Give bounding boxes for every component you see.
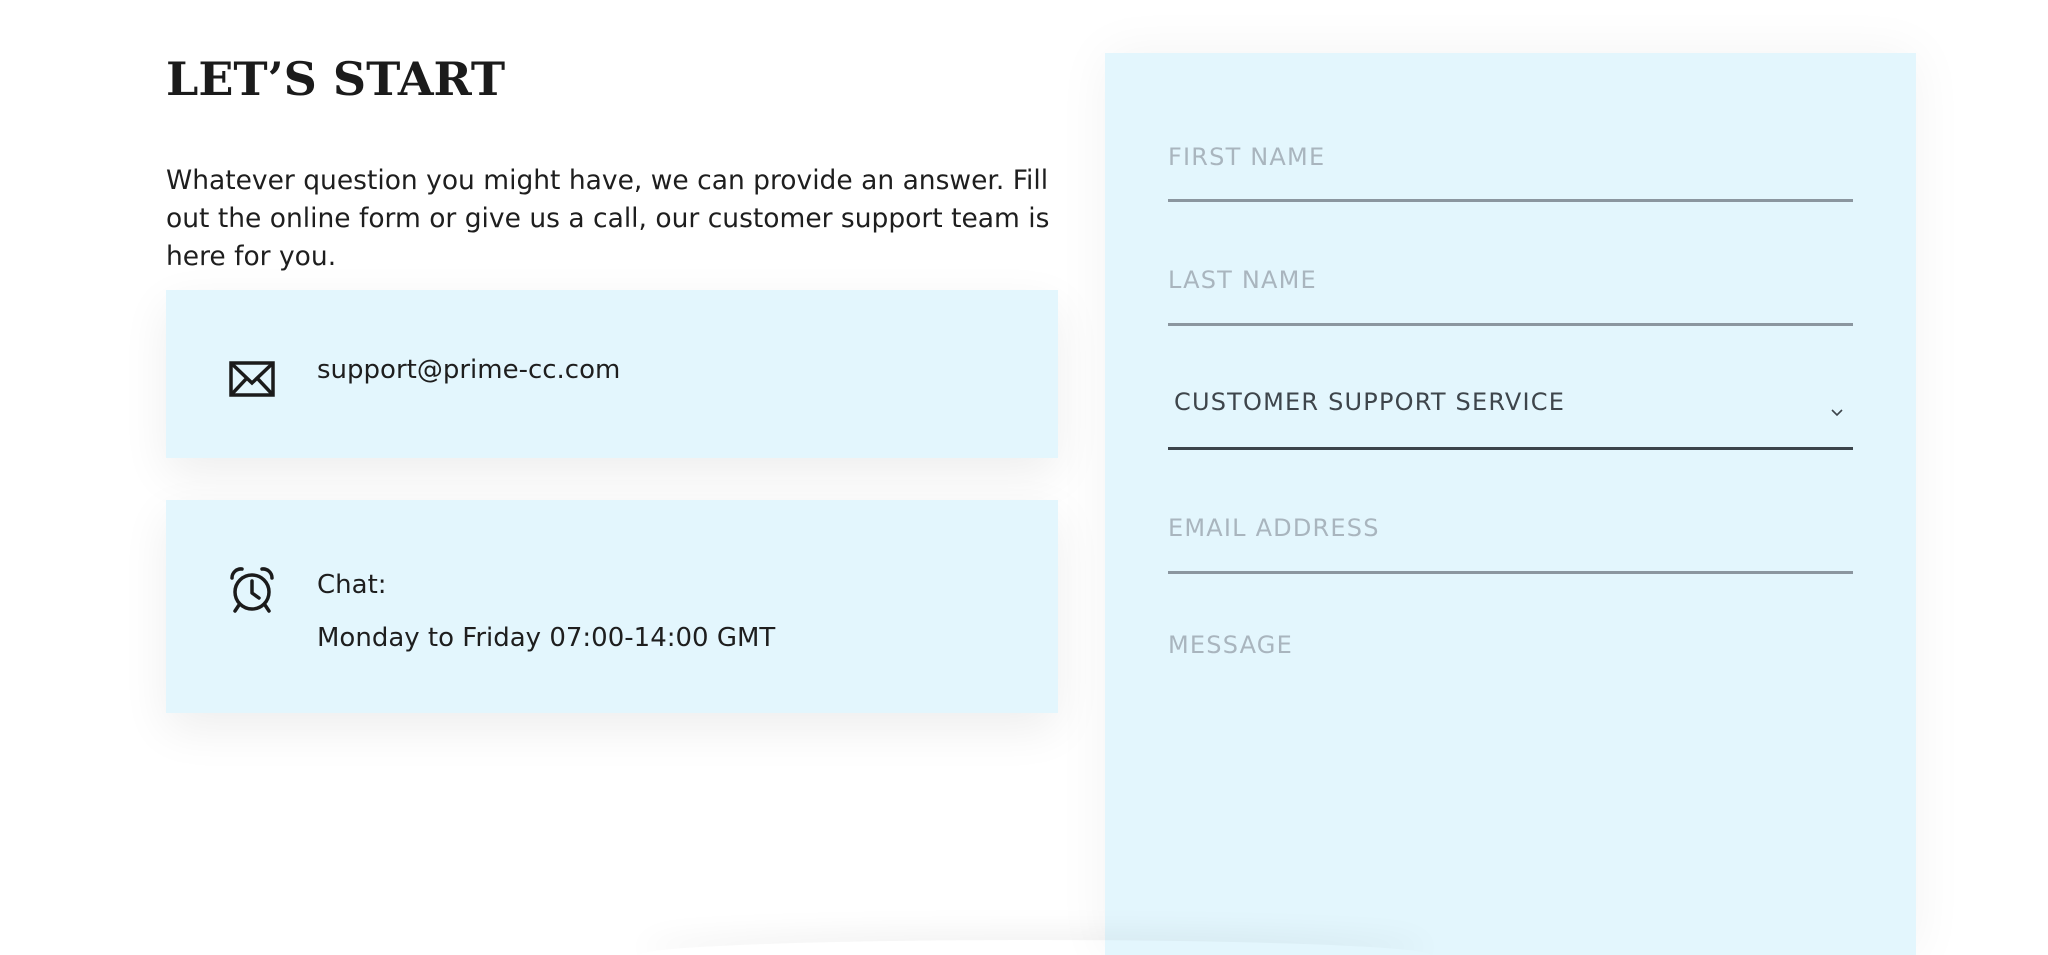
email-card: support@prime-cc.com <box>166 290 1058 458</box>
support-email-link[interactable]: support@prime-cc.com <box>317 355 620 385</box>
email-field[interactable]: EMAIL ADDRESS <box>1168 514 1853 574</box>
intro-text: Whatever question you might have, we can… <box>166 165 1050 272</box>
department-selected-value: CUSTOMER SUPPORT SERVICE <box>1174 388 1566 416</box>
chat-hours: Monday to Friday 07:00-14:00 GMT <box>317 623 776 653</box>
message-placeholder: MESSAGE <box>1168 631 1293 659</box>
alarm-clock-icon <box>230 567 274 613</box>
last-name-placeholder: LAST NAME <box>1168 266 1317 294</box>
chat-label: Chat: <box>317 570 387 600</box>
chevron-down-icon <box>1831 409 1843 417</box>
page-title: LET’S START <box>166 52 506 106</box>
message-field[interactable]: MESSAGE <box>1168 631 1853 955</box>
contact-page: LET’S START Whatever question you might … <box>0 0 2048 955</box>
first-name-field[interactable]: FIRST NAME <box>1168 143 1853 202</box>
envelope-icon <box>229 361 275 397</box>
department-select[interactable]: CUSTOMER SUPPORT SERVICE <box>1168 388 1853 450</box>
contact-form: FIRST NAME LAST NAME CUSTOMER SUPPORT SE… <box>1105 53 1916 955</box>
chat-card: Chat: Monday to Friday 07:00-14:00 GMT <box>166 500 1058 713</box>
email-placeholder: EMAIL ADDRESS <box>1168 514 1380 542</box>
last-name-field[interactable]: LAST NAME <box>1168 266 1853 326</box>
first-name-placeholder: FIRST NAME <box>1168 143 1326 171</box>
